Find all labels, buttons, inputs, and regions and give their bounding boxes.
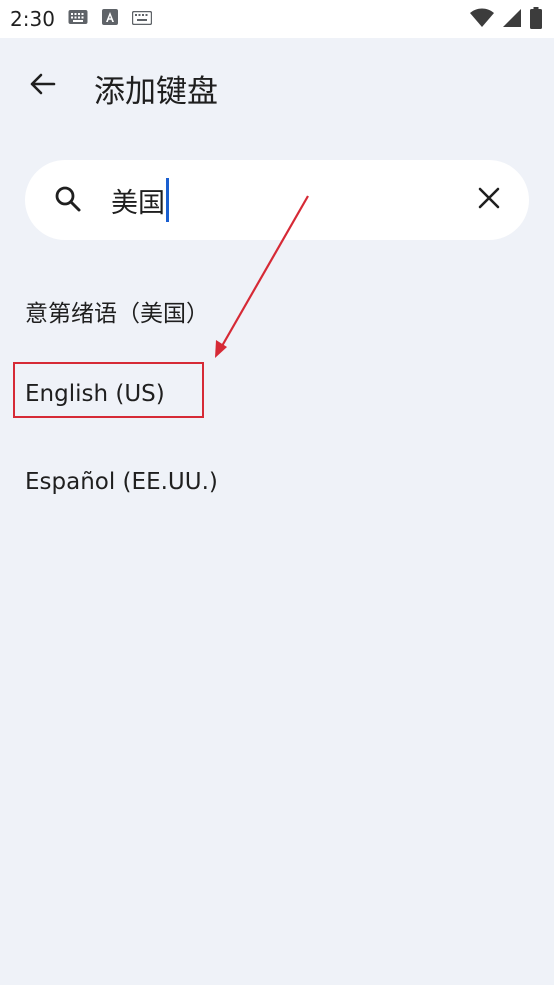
result-item-espanol-eeuu[interactable]: Español (EE.UU.) [25, 469, 218, 495]
search-input[interactable]: 美国 [111, 178, 169, 222]
close-icon [477, 186, 501, 214]
search-icon [53, 184, 83, 218]
arrow-left-icon [28, 72, 56, 100]
search-box[interactable]: 美国 [25, 160, 529, 240]
status-icons-left [68, 9, 153, 29]
app-bar: 添加键盘 [0, 38, 554, 134]
search-input-value: 美国 [111, 187, 165, 219]
text-cursor [166, 178, 169, 222]
signal-icon [502, 8, 522, 32]
annotation-highlight-box [13, 362, 204, 418]
back-button[interactable] [18, 68, 66, 104]
status-icons-right [470, 7, 542, 33]
wifi-icon [470, 8, 494, 32]
status-time: 2:30 [10, 7, 55, 31]
status-bar: 2:30 [0, 0, 554, 38]
battery-icon [530, 7, 542, 33]
keyboard-icon [68, 9, 88, 29]
page-title: 添加键盘 [94, 74, 218, 110]
keyboard-small-icon [131, 10, 153, 29]
clear-search-button[interactable] [469, 180, 509, 220]
a-icon [102, 9, 118, 29]
result-item-yiddish-us[interactable]: 意第绪语（美国） [25, 294, 209, 328]
